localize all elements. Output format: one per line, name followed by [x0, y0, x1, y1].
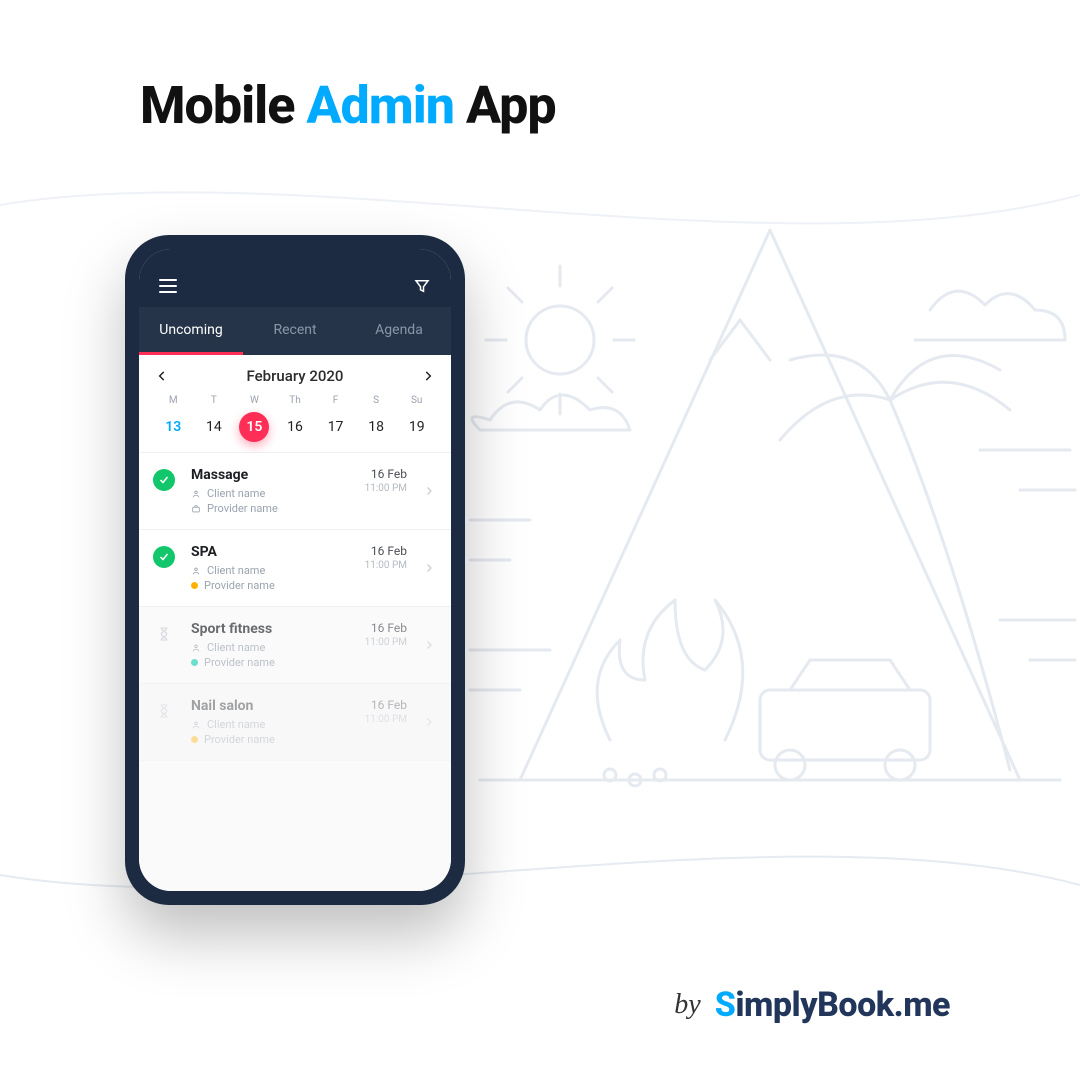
hamburger-icon[interactable]: [157, 275, 179, 297]
appointment-body: Sport fitness Client name Provider name: [187, 621, 335, 669]
tab-uncoming[interactable]: Uncoming: [139, 307, 243, 355]
appointment-body: Nail salon Client name Provider name: [187, 698, 335, 746]
filter-icon[interactable]: [411, 275, 433, 297]
appointment-item[interactable]: SPA Client name Provider name 16 Feb11:00 P…: [139, 530, 451, 607]
appointment-datetime: 16 Feb11:00 PM: [347, 544, 407, 571]
tab-bar: UncomingRecentAgenda: [139, 307, 451, 355]
client-line: Client name: [191, 564, 335, 577]
status-check-icon: [153, 469, 175, 491]
appointment-item[interactable]: Sport fitness Client name Provider name 16 …: [139, 607, 451, 684]
calendar-date[interactable]: 19: [402, 412, 432, 442]
calendar-day-label: M: [153, 395, 194, 406]
title-accent: Admin: [306, 75, 454, 136]
brand-me: me: [903, 985, 950, 1025]
provider-line: Provider name: [191, 656, 335, 669]
calendar-day-label: Th: [275, 395, 316, 406]
appointment-datetime: 16 Feb11:00 PM: [347, 621, 407, 648]
calendar-date[interactable]: 14: [199, 412, 229, 442]
scenery-illustration: [460, 220, 1080, 820]
calendar-date[interactable]: 17: [321, 412, 351, 442]
calendar-day-label: F: [315, 395, 356, 406]
chevron-right-icon: [423, 559, 437, 578]
chevron-right-icon: [423, 713, 437, 732]
provider-line: Provider name: [191, 733, 335, 746]
brand-mid: implyBook: [735, 985, 893, 1025]
appointment-body: Massage Client name Provider name: [187, 467, 335, 515]
calendar-day-label: S: [356, 395, 397, 406]
status-hourglass-icon: [153, 623, 175, 645]
brand-logo: SimplyBook.me: [715, 985, 950, 1025]
appointment-item[interactable]: Massage Client name Provider name 16 Feb11:…: [139, 453, 451, 530]
client-line: Client name: [191, 718, 335, 731]
title-pre: Mobile: [140, 75, 306, 136]
brand-s: S: [715, 985, 736, 1025]
calendar-day-labels: MTWThFSSu: [153, 395, 437, 406]
calendar-widget: February 2020 MTWThFSSu 13 14 15 16 17 18 19: [139, 355, 451, 453]
chevron-right-icon: [423, 482, 437, 501]
calendar-date[interactable]: 15: [239, 412, 269, 442]
calendar-day-label: W: [234, 395, 275, 406]
calendar-date[interactable]: 18: [361, 412, 391, 442]
appointment-title: Sport fitness: [191, 621, 335, 637]
appointment-title: Nail salon: [191, 698, 335, 714]
appointment-list: Massage Client name Provider name 16 Feb11:…: [139, 453, 451, 891]
appointment-datetime: 16 Feb11:00 PM: [347, 467, 407, 494]
status-hourglass-icon: [153, 700, 175, 722]
calendar-next[interactable]: [419, 367, 437, 385]
calendar-prev[interactable]: [153, 367, 171, 385]
provider-line: Provider name: [191, 502, 335, 515]
calendar-month: February 2020: [247, 367, 344, 385]
client-line: Client name: [191, 641, 335, 654]
brand-footer: by SimplyBook.me: [674, 985, 950, 1025]
calendar-date[interactable]: 13: [158, 412, 188, 442]
appointment-title: SPA: [191, 544, 335, 560]
tab-recent[interactable]: Recent: [243, 307, 347, 355]
tab-agenda[interactable]: Agenda: [347, 307, 451, 355]
calendar-day-label: T: [194, 395, 235, 406]
calendar-date[interactable]: 16: [280, 412, 310, 442]
phone-mockup: UncomingRecentAgenda February 2020 MTWTh…: [125, 235, 465, 905]
status-check-icon: [153, 546, 175, 568]
calendar-dates: 13 14 15 16 17 18 19: [153, 412, 437, 442]
appointment-body: SPA Client name Provider name: [187, 544, 335, 592]
by-label: by: [674, 989, 700, 1021]
client-line: Client name: [191, 487, 335, 500]
calendar-day-label: Su: [396, 395, 437, 406]
page-title: Mobile Admin App: [140, 75, 556, 136]
title-post: App: [454, 75, 556, 136]
appointment-item[interactable]: Nail salon Client name Provider name 16 Feb…: [139, 684, 451, 761]
appointment-title: Massage: [191, 467, 335, 483]
phone-notch: [220, 249, 370, 277]
appointment-datetime: 16 Feb11:00 PM: [347, 698, 407, 725]
brand-dot: .: [894, 985, 904, 1025]
provider-line: Provider name: [191, 579, 335, 592]
chevron-right-icon: [423, 636, 437, 655]
phone-screen: UncomingRecentAgenda February 2020 MTWTh…: [139, 249, 451, 891]
